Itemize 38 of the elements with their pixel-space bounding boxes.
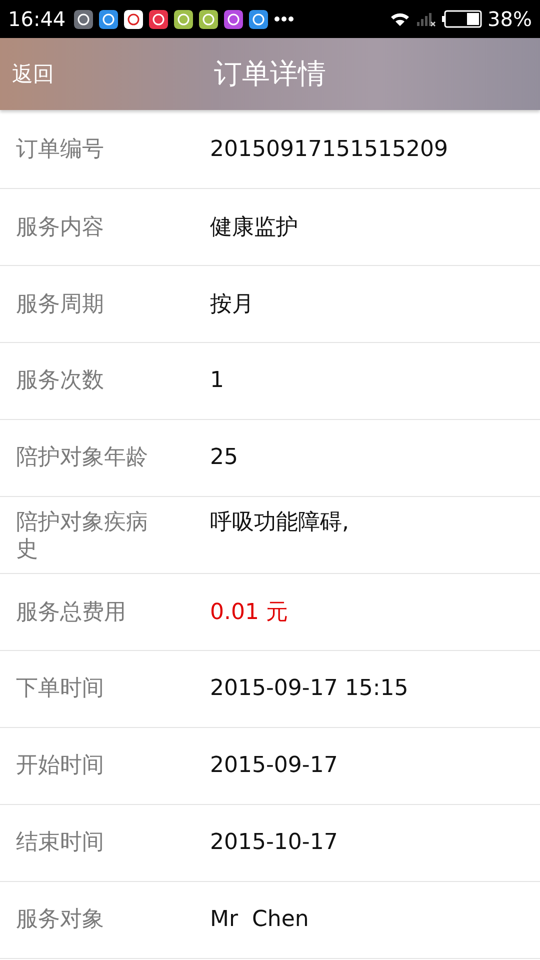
field-value: 25 (210, 444, 238, 470)
more-icon (274, 16, 294, 22)
field-label: 服务对象 (15, 906, 105, 934)
app-notification-icon (148, 10, 168, 28)
app-notification-icon (74, 10, 93, 28)
battery-percentage: 38% (488, 7, 532, 31)
field-value: 呼吸功能障碍, (210, 509, 349, 538)
field-value: 健康监护 (210, 214, 298, 242)
app-notification-icon (174, 10, 193, 28)
field-value: Mr Chen (210, 906, 309, 932)
app-notification-icon (224, 10, 243, 28)
app-notification-icon (98, 10, 118, 28)
signal-icon (416, 11, 436, 27)
field-label: 订单编号 (15, 136, 105, 164)
field-value: 2015-09-17 (210, 752, 338, 778)
field-value: 0.01 元 (210, 599, 288, 627)
app-notification-icon (248, 10, 268, 28)
field-value: 2015-09-17 15:15 (210, 676, 408, 701)
battery-icon (442, 10, 482, 28)
field-label: 服务总费用 (15, 600, 127, 626)
field-value: 1 (210, 368, 224, 393)
field-value: 2015-10-17 (210, 830, 338, 855)
field-label: 陪护对象年龄 (15, 444, 149, 472)
field-label: 下单时间 (15, 676, 105, 702)
app-notification-icon (198, 10, 218, 28)
field-label: 服务次数 (15, 368, 105, 394)
field-label: 服务内容 (15, 215, 105, 242)
back-button[interactable]: 返回 (12, 56, 54, 92)
field-value: 20150917151515209 (210, 136, 448, 162)
field-label: 开始时间 (15, 752, 105, 780)
status-time: 16:44 (8, 7, 66, 31)
wifi-icon (390, 11, 410, 27)
field-label: 陪护对象疾病史 (15, 510, 149, 563)
field-value: 按月 (210, 291, 254, 319)
field-label: 服务周期 (15, 292, 105, 318)
app-notification-icon (124, 10, 143, 28)
field-label: 结束时间 (15, 830, 105, 856)
page-title: 订单详情 (214, 57, 326, 90)
